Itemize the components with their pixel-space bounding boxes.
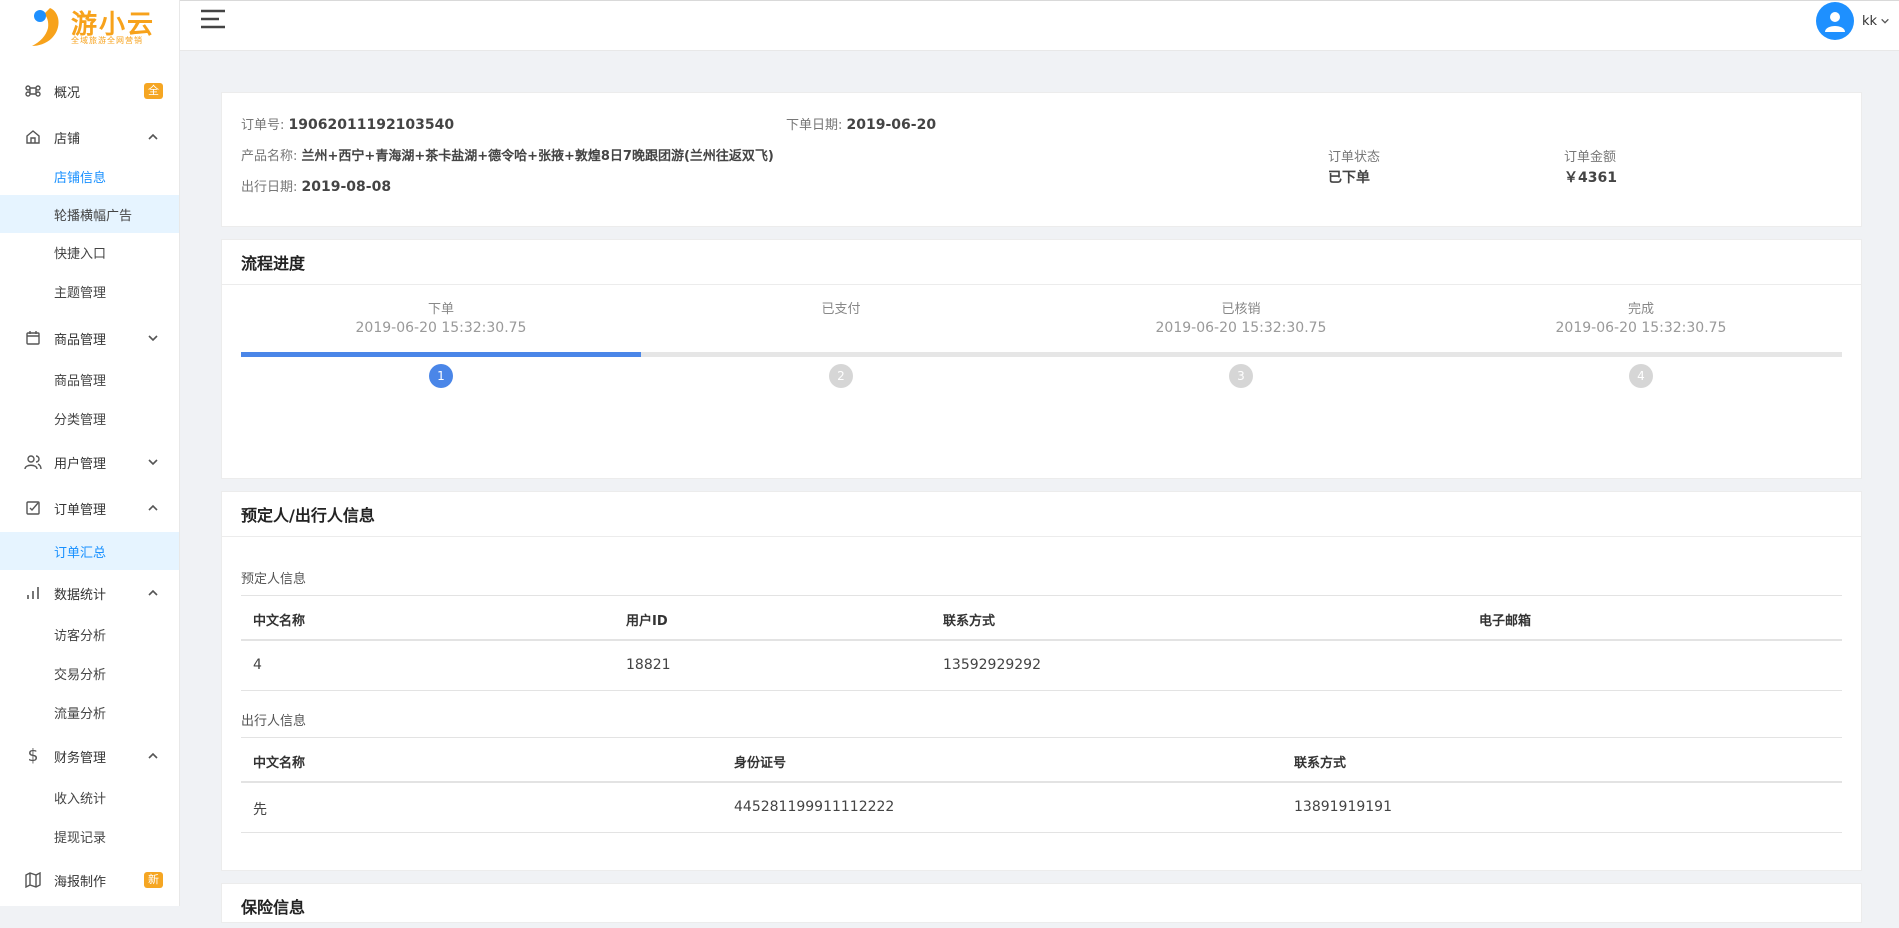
chevron-up-icon bbox=[148, 504, 158, 511]
insurance-card: 保险信息 bbox=[221, 883, 1862, 923]
progress-steps: 下单 2019-06-20 15:32:30.75 已支付 已核销 2019-0… bbox=[241, 300, 1842, 440]
sidebar-item-label: 海报制作 bbox=[54, 874, 107, 890]
chevron-down-icon bbox=[148, 335, 158, 342]
order-status-label: 订单状态 bbox=[1328, 150, 1381, 165]
sidebar-item-store[interactable]: 店铺 bbox=[0, 119, 179, 155]
order-amount-label: 订单金额 bbox=[1564, 150, 1617, 165]
map-icon bbox=[24, 871, 42, 889]
top-bar: kk bbox=[180, 0, 1899, 51]
insurance-title: 保险信息 bbox=[241, 898, 306, 917]
chevron-down-icon bbox=[148, 459, 158, 466]
order-summary-card: 订单号: 19062011192103540 下单日期: 2019-06-20 … bbox=[221, 92, 1862, 227]
chevron-down-icon bbox=[1881, 18, 1889, 24]
sidebar-item-label: 财务管理 bbox=[54, 750, 107, 766]
order-amount: ￥4361 bbox=[1564, 170, 1617, 186]
product-name: 产品名称: 兰州+西宁+青海湖+茶卡盐湖+德令哈+张掖+敦煌8日7晚跟团游(兰州… bbox=[241, 149, 774, 164]
people-info-title: 预定人/出行人信息 bbox=[222, 492, 1861, 537]
progress-card: 流程进度 下单 2019-06-20 15:32:30.75 已支付 已核销 2… bbox=[221, 239, 1862, 479]
order-date: 下单日期: 2019-06-20 bbox=[786, 117, 937, 133]
sidebar-item-posters[interactable]: 海报制作 新 bbox=[0, 862, 179, 898]
step-marker: 3 bbox=[1229, 364, 1253, 388]
users-icon bbox=[24, 453, 42, 471]
sidebar-item-label: 用户管理 bbox=[54, 456, 107, 472]
dollar-icon: $ bbox=[27, 746, 39, 766]
step-label: 完成 bbox=[1627, 302, 1654, 317]
user-icon bbox=[1824, 12, 1845, 32]
chevron-up-icon bbox=[148, 589, 158, 596]
sidebar-item-products[interactable]: 商品管理 bbox=[0, 320, 179, 356]
step-time: 2019-06-20 15:32:30.75 bbox=[355, 320, 527, 336]
table-header: 中文名称 身份证号 联系方式 bbox=[241, 737, 1842, 783]
sidebar-subitem-product-management[interactable]: 商品管理 bbox=[0, 360, 179, 398]
sidebar-subitem-categories[interactable]: 分类管理 bbox=[0, 399, 179, 437]
check-square-icon bbox=[24, 499, 42, 517]
sidebar-subitem-store-info[interactable]: 店铺信息 bbox=[0, 157, 179, 195]
brand-logo-icon bbox=[32, 8, 59, 46]
sidebar: 游小云 全域旅游全网营销 概况 全 店铺 店铺信息 轮播横幅广告 快捷入口 主题… bbox=[0, 0, 180, 906]
brand-tagline: 全域旅游全网营销 bbox=[71, 36, 143, 45]
calendar-icon bbox=[24, 329, 42, 347]
sidebar-item-label: 店铺 bbox=[54, 131, 81, 147]
table-header: 中文名称 用户ID 联系方式 电子邮箱 bbox=[241, 595, 1842, 641]
home-icon bbox=[24, 128, 42, 146]
bar-chart-icon bbox=[24, 584, 42, 602]
sidebar-item-users[interactable]: 用户管理 bbox=[0, 444, 179, 480]
step-time: 2019-06-20 15:32:30.75 bbox=[1155, 320, 1327, 336]
step-label: 已核销 bbox=[1221, 302, 1261, 317]
traveler-table: 中文名称 身份证号 联系方式 先 445281199911112222 1389… bbox=[241, 737, 1842, 833]
command-icon bbox=[24, 82, 42, 100]
sidebar-item-label: 订单管理 bbox=[54, 502, 107, 518]
sidebar-item-label: 概况 bbox=[54, 85, 81, 101]
username: kk bbox=[1861, 13, 1877, 29]
chevron-up-icon bbox=[148, 133, 158, 140]
sidebar-item-orders[interactable]: 订单管理 bbox=[0, 490, 179, 526]
sidebar-item-label: 数据统计 bbox=[54, 587, 107, 603]
badge: 新 bbox=[144, 872, 163, 888]
badge: 全 bbox=[144, 83, 163, 99]
step-marker: 1 bbox=[429, 364, 453, 388]
avatar[interactable] bbox=[1815, 2, 1854, 40]
step-label: 已支付 bbox=[821, 302, 861, 317]
user-menu[interactable]: kk bbox=[1815, 2, 1890, 40]
step-marker: 2 bbox=[829, 364, 853, 388]
sidebar-subitem-visitor-analysis[interactable]: 访客分析 bbox=[0, 615, 179, 653]
table-row: 先 445281199911112222 13891919191 bbox=[241, 783, 1842, 833]
step-label: 下单 bbox=[427, 302, 454, 317]
chevron-up-icon bbox=[148, 752, 158, 759]
sidebar-subitem-income-stats[interactable]: 收入统计 bbox=[0, 778, 179, 816]
step-marker: 4 bbox=[1629, 364, 1653, 388]
booker-table: 中文名称 用户ID 联系方式 电子邮箱 4 18821 13592929292 bbox=[241, 595, 1842, 691]
sidebar-subitem-themes[interactable]: 主题管理 bbox=[0, 272, 179, 310]
progress-track bbox=[241, 352, 1842, 357]
table-row: 4 18821 13592929292 bbox=[241, 641, 1842, 691]
progress-fill bbox=[241, 352, 642, 357]
sidebar-item-label: 商品管理 bbox=[54, 332, 107, 348]
progress-title: 流程进度 bbox=[222, 240, 1861, 285]
traveler-section-label: 出行人信息 bbox=[241, 714, 307, 729]
order-status: 已下单 bbox=[1328, 170, 1370, 186]
sidebar-subitem-transaction-analysis[interactable]: 交易分析 bbox=[0, 654, 179, 692]
people-info-card: 预定人/出行人信息 预定人信息 中文名称 用户ID 联系方式 电子邮箱 4 18… bbox=[221, 491, 1862, 871]
sidebar-subitem-banner-ads[interactable]: 轮播横幅广告 bbox=[0, 195, 179, 233]
sidebar-subitem-withdrawals[interactable]: 提现记录 bbox=[0, 817, 179, 855]
sidebar-subitem-traffic-analysis[interactable]: 流量分析 bbox=[0, 693, 179, 731]
travel-date: 出行日期: 2019-08-08 bbox=[241, 179, 392, 195]
logo[interactable]: 游小云 全域旅游全网营销 bbox=[0, 0, 179, 52]
menu-toggle-icon[interactable] bbox=[201, 9, 225, 29]
order-number: 订单号: 19062011192103540 bbox=[241, 117, 455, 133]
booker-section-label: 预定人信息 bbox=[241, 572, 307, 587]
sidebar-subitem-shortcuts[interactable]: 快捷入口 bbox=[0, 233, 179, 271]
sidebar-item-statistics[interactable]: 数据统计 bbox=[0, 575, 179, 611]
sidebar-item-overview[interactable]: 概况 全 bbox=[0, 73, 179, 109]
step-time: 2019-06-20 15:32:30.75 bbox=[1555, 320, 1727, 336]
sidebar-item-finance[interactable]: $ 财务管理 bbox=[0, 738, 179, 774]
sidebar-subitem-order-summary[interactable]: 订单汇总 bbox=[0, 532, 179, 570]
